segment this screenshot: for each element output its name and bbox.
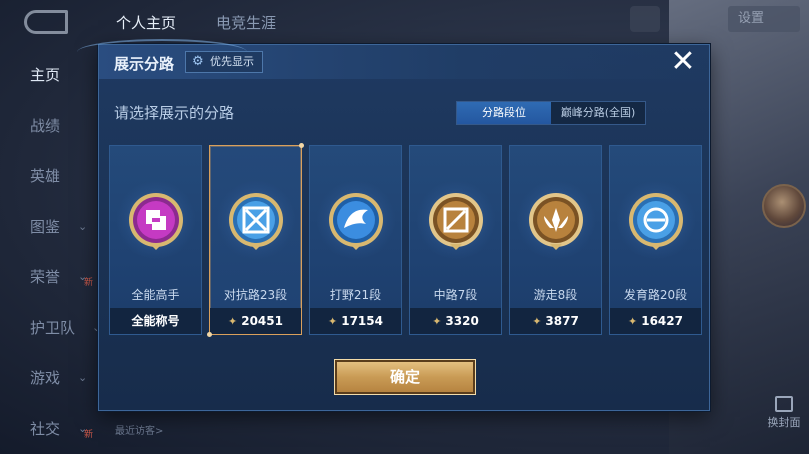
lane-card-foot: 全能称号 <box>110 308 201 334</box>
lane-mode-toggle: 分路段位 巅峰分路(全国) <box>456 101 646 125</box>
mic-icon[interactable] <box>630 6 660 32</box>
sidebar-item-label: 战绩 <box>30 116 61 135</box>
priority-display-label: 优先显示 <box>210 55 254 68</box>
back-icon[interactable] <box>24 10 68 34</box>
top-bar: 个人主页 电竞生涯 设置 <box>0 0 809 44</box>
sidebar-item-codex[interactable]: 图鉴 ⌄ <box>0 202 100 253</box>
tab-peak-lane[interactable]: 巅峰分路(全国) <box>551 102 645 124</box>
sidebar-item-label: 社交 <box>30 419 61 438</box>
sidebar-item-label: 游戏 <box>30 369 61 387</box>
lane-card-roam[interactable]: 游走8段 ✦ 3877 <box>509 145 602 335</box>
rank-score-icon: ✦ <box>432 315 442 328</box>
lane-card-label: 全能高手 <box>131 288 180 302</box>
all-round-badge-icon <box>129 193 183 250</box>
chevron-down-icon: ⌄ <box>78 270 88 283</box>
sidebar-item-games[interactable]: 游戏 ⌄ <box>0 353 100 404</box>
sidebar-item-honors[interactable]: 荣誉新 ⌄ <box>0 252 100 303</box>
lane-display-dialog: 展示分路 ⚙ 优先显示 ✕ 请选择展示的分路 分路段位 巅峰分路(全国) 全能高… <box>77 39 710 411</box>
lane-card-foot: ✦ 3877 <box>510 308 601 334</box>
chevron-down-icon: ⌄ <box>78 219 88 233</box>
rank-score-icon: ✦ <box>628 315 638 328</box>
sidebar-item-social[interactable]: 社交新 ⌄ <box>0 404 100 454</box>
lane-card-foot: ✦ 20451 <box>210 308 301 334</box>
lane-card-label: 打野21段 <box>329 288 382 302</box>
priority-display-button[interactable]: ⚙ 优先显示 <box>185 51 263 73</box>
sidebar: 主页 战绩 英雄 图鉴 ⌄ 荣誉新 ⌄ 护卫队 ⌄ 游戏 ⌄ 社交新 ⌄ <box>0 50 101 454</box>
tab-personal-home[interactable]: 个人主页 <box>116 12 176 33</box>
lane-card-label: 中路7段 <box>433 288 478 302</box>
sidebar-item-record[interactable]: 战绩 <box>0 101 100 152</box>
gear-icon: ⚙ <box>192 54 204 69</box>
avatar[interactable] <box>762 184 806 228</box>
chevron-down-icon: ⌄ <box>78 421 88 435</box>
close-icon[interactable]: ✕ <box>665 45 701 79</box>
lane-card-label: 游走8段 <box>533 288 578 302</box>
sidebar-item-heroes[interactable]: 英雄 <box>0 151 100 202</box>
replace-cover-button[interactable]: 换封面 <box>762 396 806 430</box>
lane-card-foot: ✦ 3320 <box>410 308 501 334</box>
mid-lane-badge-icon <box>429 193 483 250</box>
rank-score-icon: ✦ <box>328 315 338 328</box>
dialog-subtitle: 请选择展示的分路 <box>114 104 235 122</box>
sidebar-item-label: 荣誉 <box>30 268 61 286</box>
recent-visitors-link[interactable]: 最近访客> <box>115 422 163 437</box>
rank-score-icon: ✦ <box>228 315 238 328</box>
lane-card-foot-text: 20451 <box>241 314 283 328</box>
tab-esports-career[interactable]: 电竞生涯 <box>216 12 276 33</box>
clash-lane-badge-icon <box>229 193 283 250</box>
sidebar-item-label: 护卫队 <box>30 318 76 337</box>
sidebar-item-label: 图鉴 <box>30 217 61 236</box>
confirm-button[interactable]: 确定 <box>334 359 476 395</box>
sidebar-item-label: 主页 <box>30 66 61 84</box>
lane-card-clash[interactable]: 对抗路23段 ✦ 20451 <box>207 143 304 337</box>
rank-score-icon: ✦ <box>532 315 542 328</box>
jungle-badge-icon <box>329 193 383 250</box>
lane-card-label: 对抗路23段 <box>223 288 288 302</box>
lane-card-foot-text: 3877 <box>545 314 579 328</box>
image-icon <box>775 396 793 412</box>
sidebar-item-label: 英雄 <box>30 167 61 185</box>
roam-badge-icon <box>529 193 583 250</box>
lane-card-label: 发育路20段 <box>623 288 688 302</box>
lane-card-foot-text: 16427 <box>641 314 683 328</box>
farm-lane-badge-icon <box>629 193 683 250</box>
lane-card-foot: ✦ 16427 <box>610 308 701 334</box>
settings-button[interactable]: 设置 <box>728 6 800 32</box>
chevron-down-icon: ⌄ <box>78 371 88 384</box>
lane-card-foot: ✦ 17154 <box>310 308 401 334</box>
replace-cover-label: 换封面 <box>767 416 801 429</box>
lane-card-foot-text: 全能称号 <box>131 314 180 328</box>
tab-lane-rank[interactable]: 分路段位 <box>457 102 551 124</box>
dialog-title: 展示分路 <box>114 55 175 73</box>
lane-card-all-round[interactable]: 全能高手 全能称号 <box>109 145 202 335</box>
lane-card-jungle[interactable]: 打野21段 ✦ 17154 <box>309 145 402 335</box>
lane-card-foot-text: 17154 <box>341 314 383 328</box>
lane-card-foot-text: 3320 <box>445 314 479 328</box>
lane-card-mid[interactable]: 中路7段 ✦ 3320 <box>409 145 502 335</box>
lane-card-farm[interactable]: 发育路20段 ✦ 16427 <box>609 145 702 335</box>
sidebar-item-guard-team[interactable]: 护卫队 ⌄ <box>0 303 101 354</box>
